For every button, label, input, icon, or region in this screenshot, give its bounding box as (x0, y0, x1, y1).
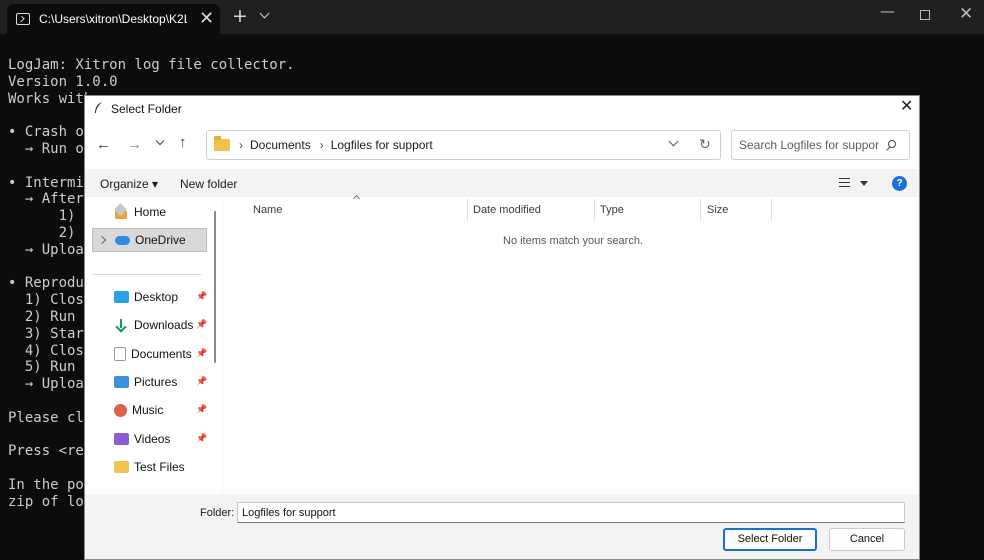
dialog-close-button[interactable]: ✕ (900, 99, 913, 115)
tab-dropdown-chevron-icon[interactable] (260, 10, 270, 20)
feather-icon (95, 102, 102, 113)
pictures-icon (114, 376, 129, 388)
address-dropdown-chevron-icon[interactable] (670, 139, 678, 147)
column-header-type[interactable]: Type (600, 204, 624, 216)
documents-icon (114, 347, 126, 361)
onedrive-icon (115, 235, 130, 245)
search-input[interactable] (739, 137, 879, 153)
file-list: Name Date modified Type Size No items ma… (223, 194, 919, 494)
nav-item-label: Documents (131, 347, 192, 361)
column-divider[interactable] (700, 199, 701, 221)
minimize-button[interactable]: — (880, 4, 895, 19)
help-icon[interactable]: ? (892, 176, 907, 191)
dialog-title: Select Folder (111, 102, 182, 116)
pin-icon: 📌 (196, 433, 208, 443)
sort-ascending-icon (352, 194, 361, 203)
column-header-size[interactable]: Size (707, 204, 728, 216)
address-bar[interactable]: › Documents › Logfiles for support ↻ (206, 130, 721, 160)
nav-item-music[interactable]: Music 📌 (92, 398, 207, 422)
organize-menu-button[interactable]: Organize ▾ (100, 177, 158, 191)
nav-item-label: Videos (134, 432, 171, 446)
column-header-name[interactable]: Name (253, 204, 282, 216)
nav-item-label: Test Files (134, 460, 185, 474)
column-divider[interactable] (594, 199, 595, 221)
nav-item-label: Desktop (134, 290, 179, 304)
nav-item-label: Music (132, 403, 164, 417)
column-divider[interactable] (771, 199, 772, 221)
forward-button[interactable]: → (127, 137, 142, 152)
expand-chevron-icon[interactable] (97, 235, 107, 245)
breadcrumb-logfiles-for-support[interactable]: Logfiles for support (331, 138, 433, 152)
nav-item-onedrive[interactable]: OneDrive (92, 228, 207, 252)
folder-name-input[interactable] (237, 502, 905, 523)
view-options-icon[interactable] (839, 178, 850, 187)
nav-item-downloads[interactable]: Downloads 📌 (92, 313, 207, 337)
select-folder-dialog: Select Folder ✕ ← → ↑ › Documents › Logf… (84, 95, 920, 560)
terminal-tab[interactable]: C:\Users\xitron\Desktop\K2Lc ✕ (7, 4, 220, 34)
nav-item-test-files[interactable]: Test Files (92, 455, 207, 479)
pin-icon: 📌 (196, 348, 208, 358)
pin-icon: 📌 (196, 376, 208, 386)
folder-field-label: Folder: (200, 507, 235, 519)
nav-item-pictures[interactable]: Pictures 📌 (92, 370, 207, 394)
nav-item-videos[interactable]: Videos 📌 (92, 427, 207, 451)
terminal-tab-title: C:\Users\xitron\Desktop\K2Lc (39, 12, 187, 26)
nav-item-label: OneDrive (135, 233, 186, 247)
nav-item-desktop[interactable]: Desktop 📌 (92, 285, 207, 309)
maximize-button[interactable] (920, 10, 930, 20)
select-folder-button[interactable]: Select Folder (723, 528, 817, 551)
tab-close-icon[interactable]: ✕ (199, 10, 214, 28)
search-icon[interactable] (888, 140, 896, 148)
videos-icon (114, 433, 129, 445)
up-button[interactable]: ↑ (179, 135, 187, 150)
cancel-button[interactable]: Cancel (829, 528, 905, 551)
back-button[interactable]: ← (96, 137, 111, 152)
empty-results-message: No items match your search. (503, 235, 643, 247)
nav-item-label: Pictures (134, 375, 178, 389)
nav-pane-divider (93, 274, 201, 275)
folder-icon (114, 461, 129, 473)
refresh-icon[interactable]: ↻ (699, 137, 711, 151)
search-box (731, 130, 910, 160)
command-bar: Organize ▾ New folder ? (85, 169, 919, 197)
nav-item-label: Home (134, 205, 167, 219)
home-icon (114, 206, 129, 219)
recent-locations-chevron-icon[interactable] (156, 141, 165, 150)
dialog-titlebar: Select Folder ✕ (85, 96, 919, 121)
breadcrumb-separator: › (239, 138, 243, 152)
navigation-row: ← → ↑ › Documents › Logfiles for support… (85, 121, 919, 169)
terminal-icon (16, 13, 30, 25)
pin-icon: 📌 (196, 404, 208, 414)
nav-pane-scrollbar[interactable] (214, 211, 216, 363)
terminal-tab-strip: C:\Users\xitron\Desktop\K2Lc ✕ + — ✕ (0, 0, 984, 34)
folder-icon (214, 136, 230, 151)
new-tab-button[interactable]: + (232, 7, 248, 26)
column-header-date-modified[interactable]: Date modified (473, 204, 541, 216)
view-dropdown-caret-icon[interactable] (860, 181, 868, 186)
terminal-line: LogJam: Xitron log file collector. (8, 57, 295, 73)
nav-item-home[interactable]: Home (92, 200, 207, 224)
breadcrumb-documents[interactable]: Documents (250, 138, 311, 152)
pin-icon: 📌 (196, 319, 208, 329)
pin-icon: 📌 (196, 291, 208, 301)
navigation-pane: Home OneDrive Desktop 📌 Downloads 📌 Docu… (85, 197, 222, 494)
nav-item-label: Downloads (134, 318, 194, 332)
column-divider[interactable] (467, 199, 468, 221)
nav-item-documents[interactable]: Documents 📌 (92, 342, 207, 366)
new-folder-button[interactable]: New folder (180, 177, 237, 191)
breadcrumb-separator: › (319, 138, 324, 152)
window-close-button[interactable]: ✕ (959, 6, 973, 23)
terminal-line: Version 1.0.0 (8, 73, 118, 90)
downloads-icon (114, 319, 129, 331)
desktop-icon (114, 291, 129, 303)
music-icon (114, 403, 127, 417)
